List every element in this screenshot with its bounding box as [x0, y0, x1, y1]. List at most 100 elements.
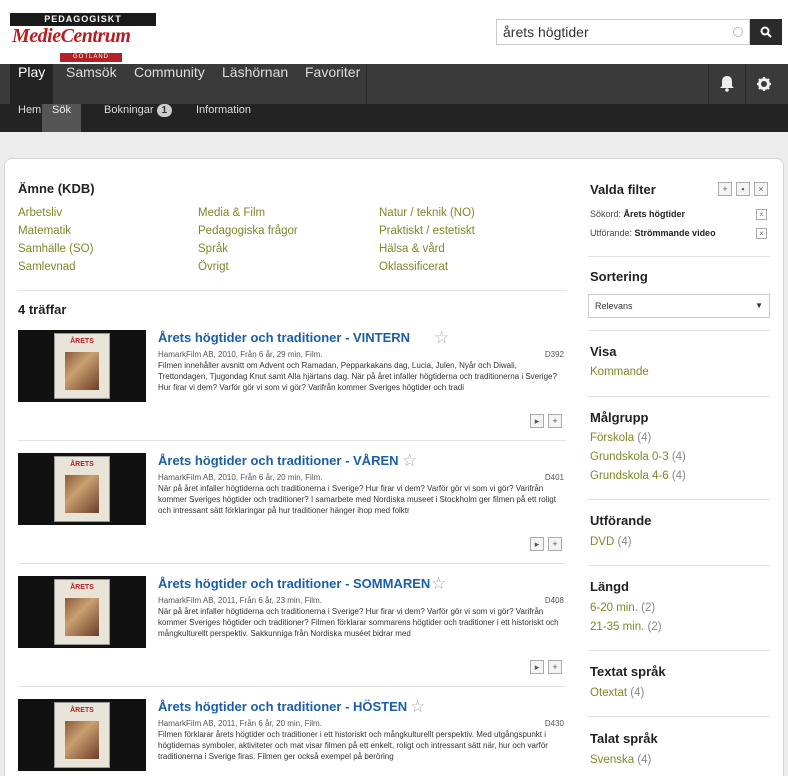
logo[interactable]: PEDAGOGISKT MedieCentrum GOTLAND [10, 13, 160, 62]
subject-link[interactable]: Oklassificerat [379, 261, 448, 273]
bookings-count-badge: 1 [156, 104, 173, 117]
clear-filters-icon[interactable]: × [754, 182, 768, 196]
subnav-bokningar[interactable]: Bokningar 1 [96, 104, 180, 132]
nav-play[interactable]: Play [10, 64, 54, 104]
subtitle-language-title: Textat språk [590, 664, 666, 679]
search-icon [760, 26, 772, 38]
filter-keyword-value: Årets högtider [623, 209, 686, 219]
subnav-sok[interactable]: Sök [42, 104, 81, 132]
nav-samsok[interactable]: Samsök [58, 64, 125, 104]
show-upcoming-link[interactable]: Kommande [590, 366, 649, 378]
hits-count: 4 träffar [18, 302, 67, 317]
target-group-item[interactable]: Grundskola 4-6 (4) [590, 470, 686, 482]
divider [18, 440, 566, 441]
subject-link[interactable]: Samhälle (SO) [18, 243, 93, 255]
subnav-information[interactable]: Information [188, 104, 259, 132]
remove-filter-icon[interactable]: × [756, 228, 767, 239]
result-code: D430 [544, 719, 564, 728]
add-icon[interactable]: + [548, 660, 562, 674]
target-group-title: Målgrupp [590, 410, 649, 425]
subject-link[interactable]: Natur / teknik (NO) [379, 207, 475, 219]
subject-link[interactable]: Språk [198, 243, 228, 255]
subject-link[interactable]: Övrigt [198, 261, 229, 273]
settings-gear-icon[interactable] [746, 64, 782, 104]
result-item: ÅRETS Årets högtider och traditioner - H… [18, 697, 566, 776]
divider [588, 716, 770, 717]
divider [588, 256, 770, 257]
result-title[interactable]: Årets högtider och traditioner - HÖSTEN [158, 699, 407, 714]
subject-link[interactable]: Pedagogiska frågor [198, 225, 298, 237]
favorite-star-icon[interactable]: ☆ [434, 328, 449, 348]
spoken-language-title: Talat språk [590, 731, 658, 746]
logo-line2: MedieCentrum [12, 25, 131, 47]
favorite-star-icon[interactable]: ☆ [410, 697, 425, 717]
result-thumbnail[interactable]: ÅRETS [18, 576, 146, 648]
result-actions: ▸ + [530, 660, 564, 674]
clear-search-icon[interactable] [733, 27, 743, 37]
result-title[interactable]: Årets högtider och traditioner - SOMMARE… [158, 576, 430, 591]
search-button[interactable] [750, 19, 782, 45]
favorite-star-icon[interactable]: ☆ [402, 451, 417, 471]
logo-line3: GOTLAND [60, 53, 122, 62]
play-icon[interactable]: ▸ [530, 414, 544, 428]
nav-lashornan[interactable]: Läshörnan [214, 64, 296, 104]
result-code: D401 [544, 473, 564, 482]
divider [588, 499, 770, 500]
filter-keyword: Sökord: Årets högtider [590, 209, 685, 219]
favorite-star-icon[interactable]: ☆ [431, 574, 446, 594]
subject-link[interactable]: Media & Film [198, 207, 265, 219]
result-item: ÅRETS Årets högtider och traditioner - S… [18, 574, 566, 686]
top-header: PEDAGOGISKT MedieCentrum GOTLAND [0, 0, 788, 64]
divider [588, 565, 770, 566]
filter-format: Utförande: Strömmande video [590, 228, 716, 238]
selected-filters-title: Valda filter [590, 182, 656, 197]
add-filter-icon[interactable]: + [718, 182, 732, 196]
target-group-item[interactable]: Förskola (4) [590, 432, 651, 444]
nav-community[interactable]: Community [126, 64, 213, 104]
length-item[interactable]: 21-35 min. (2) [590, 621, 662, 633]
divider [18, 290, 566, 291]
target-group-item[interactable]: Grundskola 0-3 (4) [590, 451, 686, 463]
result-thumbnail[interactable]: ÅRETS [18, 453, 146, 525]
result-description: När på året infaller högtiderna och trad… [158, 484, 556, 515]
sort-select-value: Relevans [595, 301, 633, 311]
search-input[interactable] [497, 20, 717, 44]
result-description: Filmen innehåller avsnitt om Advent och … [158, 361, 557, 392]
divider [18, 686, 566, 687]
subject-link[interactable]: Arbetsliv [18, 207, 62, 219]
subject-link[interactable]: Hälsa & vård [379, 243, 445, 255]
result-code: D408 [544, 596, 564, 605]
show-title: Visa [590, 344, 617, 359]
result-thumbnail[interactable]: ÅRETS [18, 330, 146, 402]
result-code: D392 [544, 350, 564, 359]
remove-filter-icon[interactable]: × [756, 209, 767, 220]
sort-select[interactable]: Relevans ▼ [588, 294, 770, 318]
play-icon[interactable]: ▸ [530, 537, 544, 551]
result-actions: ▸ + [530, 414, 564, 428]
result-item: ÅRETS Årets högtider och traditioner - V… [18, 328, 566, 438]
play-icon[interactable]: ▸ [530, 660, 544, 674]
result-description: Filmen förklarar årets högtider och trad… [158, 730, 548, 761]
search-box [496, 19, 750, 45]
format-item[interactable]: DVD (4) [590, 536, 632, 548]
subject-link[interactable]: Samlevnad [18, 261, 76, 273]
add-icon[interactable]: + [548, 414, 562, 428]
result-thumbnail[interactable]: ÅRETS [18, 699, 146, 771]
divider [588, 330, 770, 331]
subtitle-language-item[interactable]: Otextat (4) [590, 687, 644, 699]
filter-format-value: Strömmande video [634, 228, 716, 238]
result-title[interactable]: Årets högtider och traditioner - VINTERN [158, 330, 410, 345]
subject-link[interactable]: Matematik [18, 225, 71, 237]
divider [588, 396, 770, 397]
result-meta: HamarkFilm AB, 2010, Från 6 år, 29 min, … [158, 350, 323, 359]
format-title: Utförande [590, 513, 652, 528]
sort-title: Sortering [590, 269, 648, 284]
add-icon[interactable]: + [548, 537, 562, 551]
subject-link[interactable]: Praktiskt / estetiskt [379, 225, 475, 237]
spoken-language-item[interactable]: Svenska (4) [590, 754, 651, 766]
nav-favoriter[interactable]: Favoriter [297, 64, 368, 104]
result-title[interactable]: Årets högtider och traditioner - VÅREN [158, 453, 399, 468]
notifications-bell-icon[interactable] [709, 64, 745, 104]
length-item[interactable]: 6-20 min. (2) [590, 602, 655, 614]
save-filter-icon[interactable]: ▪ [736, 182, 750, 196]
